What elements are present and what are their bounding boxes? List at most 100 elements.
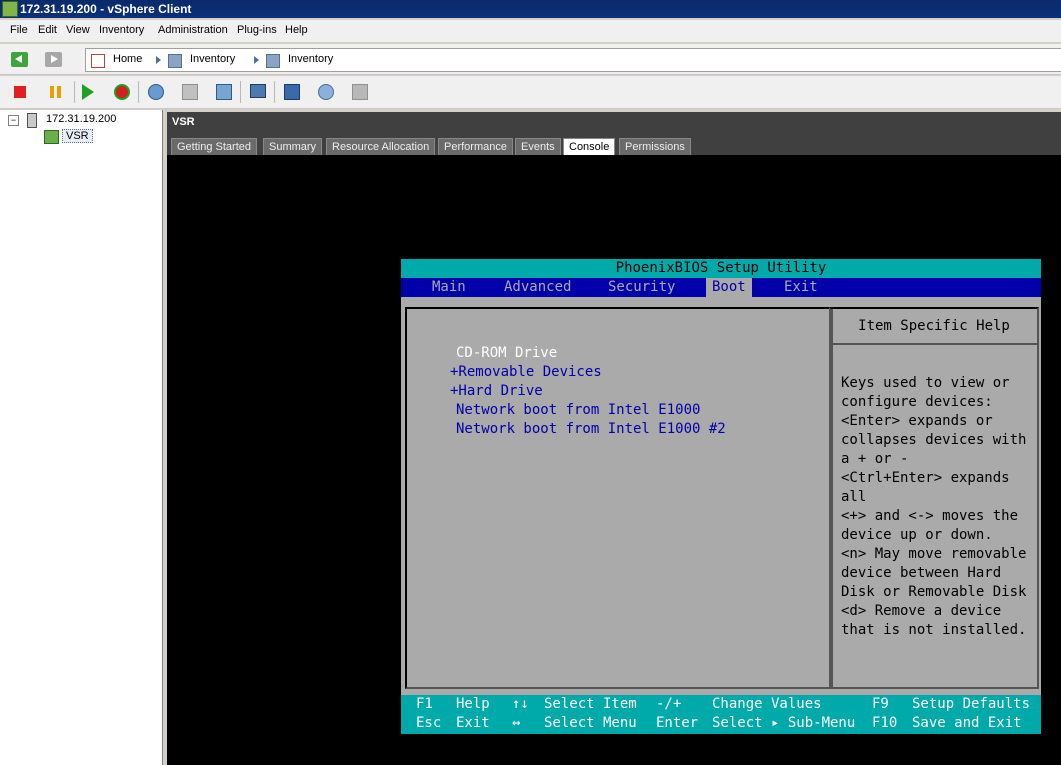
key-minus-plus: -/+ [656, 696, 682, 712]
boot-item-network-1[interactable]: Network boot from Intel E1000 [456, 402, 700, 418]
bios-key-legend: F1 Help ↑↓ Select Item -/+ Change Values… [401, 695, 1041, 734]
key-f10-desc: Save and Exit [912, 715, 1022, 731]
key-f10: F10 [872, 715, 898, 731]
key-left-right-desc: Select Menu [544, 715, 637, 731]
key-f9: F9 [872, 696, 889, 712]
menu-inventory[interactable]: Inventory [99, 24, 144, 36]
console-icon[interactable] [250, 84, 266, 98]
inventory-icon [266, 54, 280, 68]
forward-arrow-icon[interactable] [45, 52, 62, 67]
help-line: device between Hard [841, 565, 1002, 581]
help-line: device up or down. [841, 527, 993, 543]
help-line: Keys used to view or [841, 375, 1010, 391]
breadcrumb-home[interactable]: Home [113, 53, 142, 65]
power-on-icon[interactable] [82, 84, 94, 100]
key-f1: F1 [416, 696, 433, 712]
home-icon [91, 54, 105, 68]
tab-resource-allocation[interactable]: Resource Allocation [326, 138, 436, 156]
key-f9-desc: Setup Defaults [912, 696, 1031, 712]
tree-collapse-icon[interactable]: − [8, 115, 19, 126]
vsphere-app-icon [2, 1, 18, 17]
help-line: Disk or Removable Disk [841, 584, 1027, 600]
key-esc: Esc [416, 715, 442, 731]
bios-title: PhoenixBIOS Setup Utility [401, 259, 1041, 278]
toolbar-separator [240, 81, 241, 103]
edit-settings-icon[interactable] [284, 84, 300, 100]
chevron-right-icon [156, 56, 161, 64]
help-line: all [841, 489, 867, 505]
item-help-panel: Item Specific Help Keys used to view or … [829, 307, 1039, 689]
boot-item-hard-drive[interactable]: +Hard Drive [450, 383, 543, 399]
help-line: <Enter> expands or [841, 413, 993, 429]
key-f1-desc: Help [456, 696, 490, 712]
host-icon [27, 113, 37, 128]
key-up-down-desc: Select Item [544, 696, 637, 712]
boot-item-removable[interactable]: +Removable Devices [450, 364, 602, 380]
breadcrumb-inventory[interactable]: Inventory [190, 53, 235, 65]
bios-menu-advanced[interactable]: Advanced [498, 278, 577, 297]
tab-performance[interactable]: Performance [438, 138, 513, 156]
toolbar [0, 76, 1061, 109]
migrate-icon[interactable] [318, 84, 334, 100]
suspend-icon[interactable] [48, 84, 64, 100]
vm-title-bar: VSR [167, 112, 1061, 134]
power-off-icon[interactable] [14, 86, 26, 98]
key-enter: Enter [656, 715, 699, 731]
window-title: 172.31.19.200 - vSphere Client [20, 2, 192, 16]
help-line: <n> May move removable [841, 546, 1027, 562]
tab-strip: Getting Started Summary Resource Allocat… [167, 134, 1061, 156]
help-line: <Ctrl+Enter> expands [841, 470, 1010, 486]
chevron-right-icon [254, 56, 259, 64]
bios-menu-main[interactable]: Main [426, 278, 472, 297]
help-line: configure devices: [841, 394, 993, 410]
tab-summary[interactable]: Summary [263, 138, 323, 156]
boot-order-panel: CD-ROM Drive +Removable Devices +Hard Dr… [405, 307, 833, 689]
window-title-bar: 172.31.19.200 - vSphere Client [0, 0, 1061, 18]
menu-edit[interactable]: Edit [38, 24, 57, 36]
inventory-icon [168, 54, 182, 68]
bios-menu-security[interactable]: Security [602, 278, 681, 297]
menu-administration[interactable]: Administration [158, 24, 228, 36]
tools-icon[interactable] [352, 84, 368, 100]
tab-permissions[interactable]: Permissions [619, 138, 691, 156]
tree-vm-label[interactable]: VSR [62, 129, 93, 143]
inventory-tree: − 172.31.19.200 VSR [0, 110, 163, 765]
bios-menu-bar: Main Advanced Security Boot Exit [401, 278, 1041, 297]
back-arrow-icon[interactable] [11, 52, 28, 67]
toolbar-separator [138, 81, 139, 103]
toolbar-separator [74, 81, 75, 103]
menu-file[interactable]: File [10, 24, 28, 36]
navigation-bar: Home Inventory Inventory [0, 44, 1061, 75]
revert-snapshot-icon[interactable] [182, 84, 198, 100]
key-up-down: ↑↓ [512, 696, 529, 712]
snapshot-manager-icon[interactable] [216, 84, 232, 100]
toolbar-separator [274, 81, 275, 103]
help-line: a + or - [841, 451, 909, 467]
key-esc-desc: Exit [456, 715, 490, 731]
help-line: <+> and <-> moves the [841, 508, 1019, 524]
reset-icon[interactable] [114, 84, 130, 100]
vm-title: VSR [172, 116, 195, 128]
menu-view[interactable]: View [66, 24, 90, 36]
boot-item-network-2[interactable]: Network boot from Intel E1000 #2 [456, 421, 726, 437]
help-title: Item Specific Help [831, 309, 1037, 345]
menu-help[interactable]: Help [285, 24, 308, 36]
key-minus-plus-desc: Change Values [712, 696, 822, 712]
tab-console[interactable]: Console [563, 138, 616, 156]
breadcrumb: Home Inventory Inventory [85, 48, 1061, 72]
boot-item-cdrom[interactable]: CD-ROM Drive [456, 345, 557, 361]
tab-events[interactable]: Events [515, 138, 561, 156]
key-left-right: ↔ [512, 715, 521, 731]
help-line: <d> Remove a device [841, 603, 1002, 619]
bios-menu-exit[interactable]: Exit [778, 278, 824, 297]
vm-powered-on-icon [44, 130, 59, 144]
bios-menu-boot[interactable]: Boot [706, 278, 752, 297]
breadcrumb-inventory-2[interactable]: Inventory [288, 53, 333, 65]
bios-setup-window: PhoenixBIOS Setup Utility Main Advanced … [401, 259, 1041, 734]
tree-host-label[interactable]: 172.31.19.200 [46, 113, 116, 125]
menu-bar: File Edit View Inventory Administration … [0, 20, 1061, 42]
tab-getting-started[interactable]: Getting Started [171, 138, 257, 156]
snapshot-icon[interactable] [148, 84, 164, 100]
menu-plugins[interactable]: Plug-ins [237, 24, 277, 36]
help-line: collapses devices with [841, 432, 1027, 448]
